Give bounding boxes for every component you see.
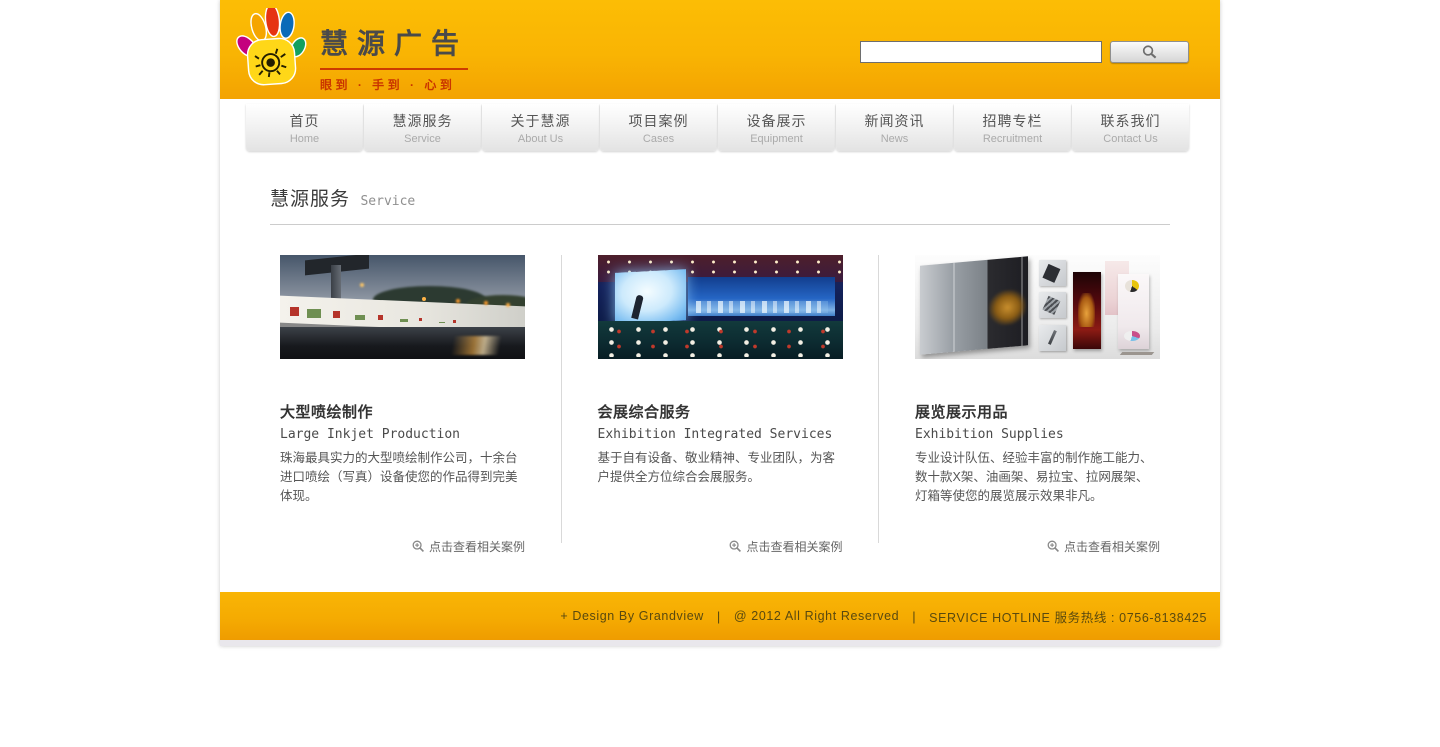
photo-lightbox-glow: [989, 289, 1026, 328]
nav-label-zh: 首页: [290, 111, 320, 131]
nav-label-zh: 招聘专栏: [983, 111, 1043, 131]
nav-tab-service[interactable]: 慧源服务 Service: [364, 104, 481, 151]
nav-label-en: Service: [404, 133, 441, 145]
nav-label-zh: 新闻资讯: [865, 111, 925, 131]
hand-eye-logo-icon: [236, 8, 312, 92]
site-footer: + Design By Grandview | @ 2012 All Right…: [220, 592, 1220, 640]
card-divider: [561, 255, 562, 543]
photo-logo-chips: [290, 307, 299, 316]
photo-product-thumb: [1039, 325, 1066, 351]
service-card-exhibition-services: 会展综合服务 Exhibition Integrated Services 基于…: [598, 255, 843, 555]
zoom-in-icon: [1047, 540, 1060, 553]
zoom-in-icon: [412, 540, 425, 553]
nav-label-zh: 联系我们: [1101, 111, 1161, 131]
photo-light-streaks: [422, 336, 525, 355]
photo-product-thumb: [1039, 260, 1066, 286]
service-card-inkjet: 大型喷绘制作 Large Inkjet Production 珠海最具实力的大型…: [280, 255, 525, 555]
nav-label-en: News: [881, 133, 909, 145]
nav-tab-equipment[interactable]: 设备展示 Equipment: [718, 104, 835, 151]
footer-hotline: SERVICE HOTLINE 服务热线 : 0756-8138425: [929, 607, 1207, 626]
main-content: 慧源服务 Service 大型喷绘制作: [220, 160, 1220, 592]
photo-backdrop-skyline: [696, 301, 828, 313]
photo-banner-base: [1119, 352, 1153, 355]
footer-separator: |: [717, 609, 721, 624]
card-divider: [878, 255, 879, 543]
display-stands-photo[interactable]: [915, 255, 1160, 359]
nav-tab-about[interactable]: 关于慧源 About Us: [482, 104, 599, 151]
nav-tab-contact[interactable]: 联系我们 Contact Us: [1072, 104, 1189, 151]
view-cases-link[interactable]: 点击查看相关案例: [412, 538, 525, 555]
brand-logo[interactable]: [236, 8, 312, 92]
brand-block: 慧源广告 眼到 · 手到 · 心到: [320, 22, 468, 93]
view-cases-label: 点击查看相关案例: [1064, 538, 1160, 555]
search-input[interactable]: [860, 41, 1102, 63]
photo-rollup-banner-white: [1118, 274, 1149, 349]
footer-separator: |: [912, 609, 916, 624]
nav-label-en: Cases: [643, 133, 674, 145]
nav-label-en: Home: [290, 133, 319, 145]
photo-rollup-banner-red: [1073, 272, 1101, 349]
view-cases-link[interactable]: 点击查看相关案例: [729, 538, 842, 555]
card-subtitle: Exhibition Integrated Services: [598, 427, 843, 442]
nav-tab-home[interactable]: 首页 Home: [246, 104, 363, 151]
nav-tab-recruitment[interactable]: 招聘专栏 Recruitment: [954, 104, 1071, 151]
nav-label-zh: 关于慧源: [511, 111, 571, 131]
page-title-en: Service: [360, 194, 415, 209]
footer-copyright: @ 2012 All Right Reserved: [734, 609, 899, 623]
nav-label-zh: 项目案例: [629, 111, 689, 131]
brand-title: 慧源广告: [320, 22, 468, 70]
page-container: 慧源广告 眼到 · 手到 · 心到 首页 Home 慧源服务 Service 关…: [220, 0, 1220, 646]
conference-hall-photo[interactable]: [598, 255, 843, 359]
photo-street-lights: [422, 297, 426, 301]
nav-label-en: Contact Us: [1103, 133, 1157, 145]
photo-led-screen: [615, 269, 686, 324]
page-head: 慧源服务 Service: [270, 160, 1170, 225]
photo-product-thumb: [1039, 292, 1066, 318]
card-description: 基于自有设备、敬业精神、专业团队，为客户提供全方位综合会展服务。: [598, 449, 843, 487]
search-icon: [1141, 44, 1158, 61]
service-cards: 大型喷绘制作 Large Inkjet Production 珠海最具实力的大型…: [270, 255, 1170, 555]
view-cases-label: 点击查看相关案例: [429, 538, 525, 555]
view-cases-label: 点击查看相关案例: [746, 538, 842, 555]
card-title: 会展综合服务: [598, 401, 843, 422]
brand-tagline: 眼到 · 手到 · 心到: [320, 76, 468, 93]
zoom-in-icon: [729, 540, 742, 553]
bottom-shadow-strip: [220, 640, 1220, 646]
nav-label-en: About Us: [518, 133, 563, 145]
view-cases-link[interactable]: 点击查看相关案例: [1047, 538, 1160, 555]
nav-label-en: Equipment: [750, 133, 803, 145]
card-description: 珠海最具实力的大型喷绘制作公司，十余台进口喷绘（写真）设备使您的作品得到完美体现…: [280, 449, 525, 506]
footer-design-by: + Design By Grandview: [560, 609, 704, 623]
nav-tab-cases[interactable]: 项目案例 Cases: [600, 104, 717, 151]
site-header: 慧源广告 眼到 · 手到 · 心到: [220, 0, 1220, 99]
card-title: 展览展示用品: [915, 401, 1160, 422]
nav-label-zh: 设备展示: [747, 111, 807, 131]
nav-label-en: Recruitment: [983, 133, 1042, 145]
highway-billboards-photo[interactable]: [280, 255, 525, 359]
search-button[interactable]: [1110, 41, 1189, 63]
card-description: 专业设计队伍、经验丰富的制作施工能力、数十款X架、油画架、易拉宝、拉网展架、灯箱…: [915, 449, 1160, 506]
card-title: 大型喷绘制作: [280, 401, 525, 422]
page-title: 慧源服务: [270, 189, 350, 210]
nav-label-zh: 慧源服务: [393, 111, 453, 131]
card-subtitle: Large Inkjet Production: [280, 427, 525, 442]
main-nav: 首页 Home 慧源服务 Service 关于慧源 About Us 项目案例 …: [220, 99, 1220, 160]
nav-tab-news[interactable]: 新闻资讯 News: [836, 104, 953, 151]
photo-picture-chips: [307, 309, 321, 318]
card-subtitle: Exhibition Supplies: [915, 427, 1160, 442]
photo-table-flags: [602, 324, 842, 353]
search-area: [860, 41, 1189, 63]
service-card-supplies: 展览展示用品 Exhibition Supplies 专业设计队伍、经验丰富的制…: [915, 255, 1160, 555]
